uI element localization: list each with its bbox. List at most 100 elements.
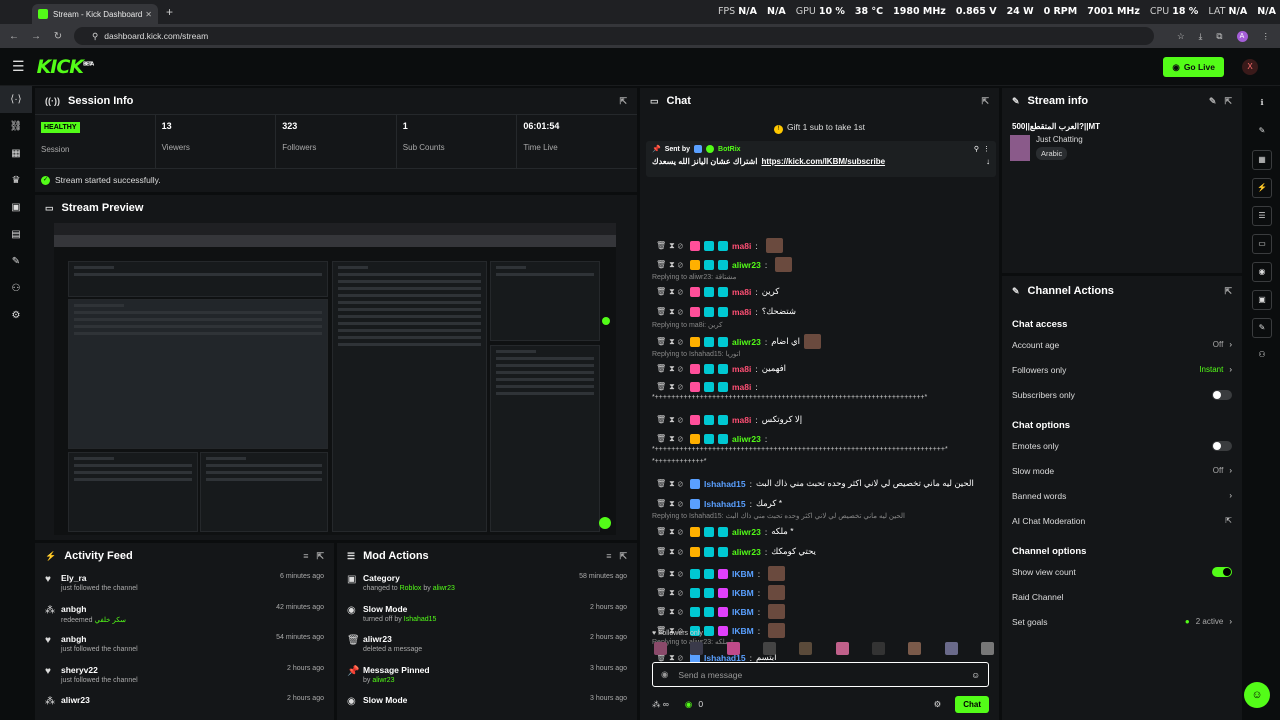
emote-icon[interactable] <box>690 642 704 655</box>
chat-username[interactable]: IKBM <box>732 588 754 598</box>
emote-icon[interactable] <box>762 642 776 655</box>
video-icon[interactable]: ▣ <box>1252 290 1272 310</box>
mod-action-item[interactable]: ◉ Slow Mode 3 hours ago <box>337 691 637 720</box>
channel-setting-slow-mode[interactable]: Slow mode Off › <box>1002 458 1242 483</box>
wrench-nav-icon[interactable]: ✎ <box>0 248 32 275</box>
chat-message[interactable]: 🗑⧗⊘ aliwr23: <box>656 434 771 444</box>
emote-icon[interactable] <box>835 642 849 655</box>
link-nav-icon[interactable]: ⛓ <box>0 113 32 140</box>
kick-logo[interactable]: KICKBETA <box>37 56 95 78</box>
activity-username[interactable]: anbgh <box>61 604 276 614</box>
mod-tools-icon[interactable]: 🗑⧗⊘ <box>656 260 686 270</box>
chat-message[interactable]: 🗑⧗⊘ aliwr23: <box>656 257 793 272</box>
settings-nav-icon[interactable]: ⚙ <box>0 302 32 329</box>
popout-icon[interactable]: ⇱ <box>981 96 989 107</box>
chat-send-button[interactable]: Chat <box>955 695 989 713</box>
popout-icon[interactable]: ⇱ <box>619 96 627 107</box>
emote-icon[interactable] <box>980 642 994 655</box>
emote-icon[interactable] <box>908 642 922 655</box>
activity-item[interactable]: ♥ Ely_ra just followed the channel 6 minut… <box>35 569 334 600</box>
activity-username[interactable]: aliwr23 <box>61 695 287 705</box>
chat-message[interactable]: 🗑⧗⊘ Ishahad15: كرمك * <box>656 498 782 509</box>
lightning-icon[interactable]: ⚡ <box>1252 178 1272 198</box>
stream-nav-icon[interactable]: ⟨·⟩ <box>0 86 32 113</box>
community-icon[interactable]: ⚇ <box>1252 346 1272 366</box>
chat-username[interactable]: ma8i <box>732 415 751 425</box>
activity-item[interactable]: ♥ anbgh just followed the channel 54 minut… <box>35 630 334 661</box>
activity-username[interactable]: sheryv22 <box>61 665 287 675</box>
mod-tools-icon[interactable]: 🗑⧗⊘ <box>656 499 686 509</box>
new-tab-icon[interactable]: + <box>166 5 173 19</box>
channel-setting-account-age[interactable]: Account age Off › <box>1002 332 1242 357</box>
channel-setting-emotes-only[interactable]: Emotes only <box>1002 433 1242 458</box>
mod-action-item[interactable]: ▣ Category changed to Roblox by aliwr23 58 … <box>337 569 637 600</box>
chat-message[interactable]: 🗑⧗⊘ Ishahad15: الحين ليه ماني تخصيص لي لان… <box>656 478 974 489</box>
mod-tools-icon[interactable]: 🗑⧗⊘ <box>656 364 686 374</box>
forward-icon[interactable]: → <box>28 31 44 42</box>
channel-setting-banned-words[interactable]: Banned words › <box>1002 483 1242 508</box>
mod-tools-icon[interactable]: 🗑⧗⊘ <box>656 287 686 297</box>
chat-username[interactable]: ma8i <box>732 307 751 317</box>
support-chat-button[interactable]: ☺ <box>1244 682 1270 708</box>
stats-nav-icon[interactable]: ▤ <box>0 221 32 248</box>
analytics-nav-icon[interactable]: ▦ <box>0 140 32 167</box>
chat-username[interactable]: aliwr23 <box>732 260 761 270</box>
chat-message[interactable]: 🗑⧗⊘ ma8i: كرين <box>656 286 779 297</box>
info-icon[interactable]: ℹ <box>1252 94 1272 114</box>
popout-icon[interactable]: ⇱ <box>1224 96 1232 107</box>
emote-icon[interactable] <box>799 642 813 655</box>
chat-message[interactable]: 🗑⧗⊘ ma8i: شتضحك؟ <box>656 306 796 317</box>
chevron-down-icon[interactable]: ↓ <box>986 157 990 166</box>
chat-username[interactable]: IKBM <box>732 569 754 579</box>
chat-message[interactable]: 🗑⧗⊘ aliwr23: ملكه * <box>656 526 794 537</box>
channel-setting-show-view-count[interactable]: Show view count <box>1002 559 1242 584</box>
chat-username[interactable]: Ishahad15 <box>704 499 746 509</box>
mod-action-item[interactable]: 🗑 aliwr23 deleted a message 2 hours ago <box>337 630 637 661</box>
chat-message[interactable]: 🗑⧗⊘ IKBM: <box>656 604 786 619</box>
mod-tools-icon[interactable]: 🗑⧗⊘ <box>656 337 686 347</box>
mod-tools-icon[interactable]: 🗑⧗⊘ <box>656 569 686 579</box>
filter-icon[interactable]: ≡ <box>303 551 308 561</box>
browser-menu-icon[interactable]: ⋮ <box>1262 31 1271 42</box>
more-options-icon[interactable]: ⋮ <box>983 145 990 153</box>
popout-icon[interactable]: ⇱ <box>619 551 627 562</box>
chat-message[interactable]: 🗑⧗⊘ ma8i: <box>656 382 762 392</box>
emote-icon[interactable] <box>654 642 667 655</box>
mod-tools-icon[interactable]: 🗑⧗⊘ <box>656 307 686 317</box>
address-bar[interactable]: ⚲ dashboard.kick.com/stream <box>74 27 1154 45</box>
mod-action-item[interactable]: ◉ Slow Mode turned off by Ishahad15 2 hours… <box>337 600 637 631</box>
chat-input[interactable]: ◉ Send a message ☺ <box>652 662 989 687</box>
chat-username[interactable]: aliwr23 <box>732 527 761 537</box>
chat-message[interactable]: 🗑⧗⊘ aliwr23: اي اضام <box>656 334 822 349</box>
mod-tools-icon[interactable]: 🗑⧗⊘ <box>656 588 686 598</box>
channel-setting-followers-only[interactable]: Followers only Instant › <box>1002 357 1242 382</box>
emote-icon[interactable] <box>871 642 885 655</box>
emoji-picker-icon[interactable]: ☺ <box>971 670 980 680</box>
channel-setting-raid-channel[interactable]: Raid Channel <box>1002 584 1242 609</box>
emoji-left-icon[interactable]: ◉ <box>661 669 668 680</box>
video-nav-icon[interactable]: ▣ <box>0 194 32 221</box>
list-icon[interactable]: ☰ <box>1252 206 1272 226</box>
mod-tools-icon[interactable]: 🗑⧗⊘ <box>656 527 686 537</box>
unpin-icon[interactable]: ⚲ <box>974 145 979 153</box>
chat-message[interactable]: 🗑⧗⊘ ma8i: افهمين <box>656 363 786 374</box>
activity-item[interactable]: ⁂ anbgh redeemed سكر خلفي 42 minutes ago <box>35 600 334 631</box>
chat-message[interactable]: 🗑⧗⊘ aliwr23: يحتي كومكك <box>656 546 816 557</box>
popout-icon[interactable]: ⇱ <box>316 551 324 562</box>
chat-username[interactable]: ma8i <box>732 364 751 374</box>
chat-username[interactable]: ma8i <box>732 287 751 297</box>
subscribe-link[interactable]: https://kick.com/IKBM/subscribe <box>761 157 885 166</box>
activity-item[interactable]: ⁂ aliwr23 2 hours ago <box>35 691 334 720</box>
toggle-switch[interactable] <box>1212 566 1232 577</box>
gift-sub-banner[interactable]: ! Gift 1 sub to take 1st <box>640 122 999 134</box>
emote-icon[interactable] <box>726 642 740 655</box>
points-icon[interactable]: ⁂ ∞ <box>652 699 669 710</box>
mod-tools-icon[interactable]: 🗑⧗⊘ <box>656 434 686 444</box>
trophy-nav-icon[interactable]: ♛ <box>0 167 32 194</box>
mod-tools-icon[interactable]: 🗑⧗⊘ <box>656 607 686 617</box>
chat-username[interactable]: aliwr23 <box>732 337 761 347</box>
channel-setting-set-goals[interactable]: Set goals ● 2 active › <box>1002 609 1242 634</box>
chat-message[interactable]: 🗑⧗⊘ IKBM: <box>656 585 786 600</box>
edit-icon[interactable]: ✎ <box>1209 96 1217 107</box>
stream-preview-video[interactable] <box>54 223 616 535</box>
